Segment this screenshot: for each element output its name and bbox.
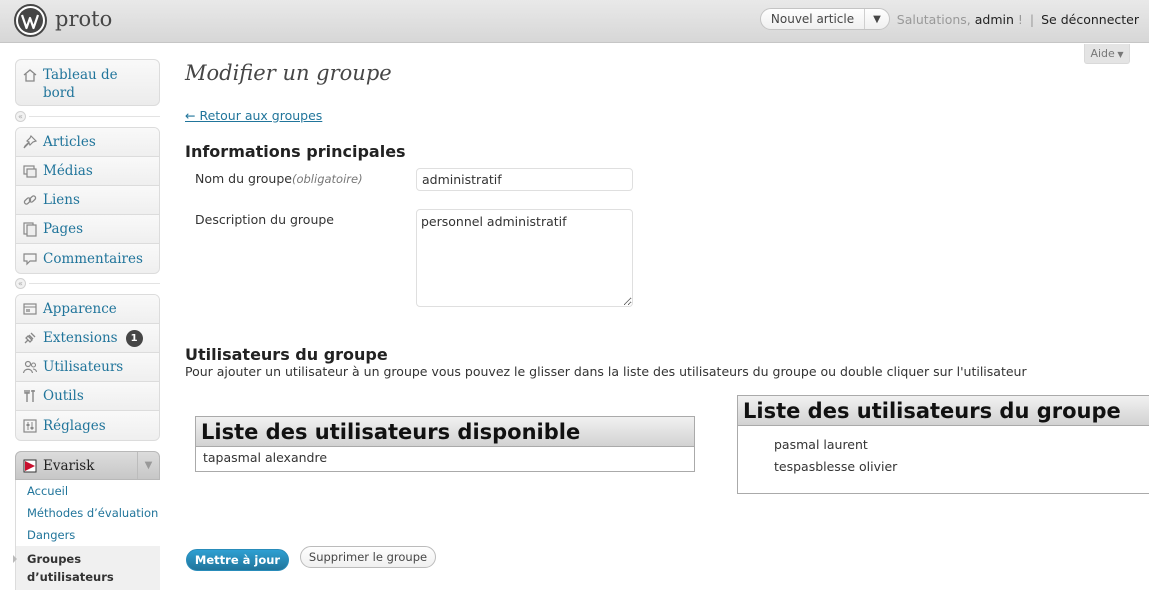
sidebar-item-reglages[interactable]: Réglages <box>16 411 159 440</box>
users-icon <box>16 359 43 375</box>
sidebar-item-evarisk[interactable]: Evarisk ▼ <box>15 451 160 480</box>
menu-dashboard[interactable]: Tableau de bord <box>15 59 160 106</box>
sidebar-item-label[interactable]: Utilisateurs <box>43 359 123 375</box>
sidebar-item-label[interactable]: Evarisk <box>43 458 137 474</box>
group-users-list-title: Liste des utilisateurs du groupe <box>738 396 1149 426</box>
submenu-item-dangers[interactable]: Dangers <box>16 524 160 546</box>
group-description-label: Description du groupe <box>195 212 334 227</box>
comment-icon <box>16 251 43 267</box>
sidebar-item-dashboard[interactable]: Tableau de bord <box>43 66 148 102</box>
list-item[interactable]: tespasblesse olivier <box>738 456 1149 478</box>
help-tab[interactable]: Aide ▼ <box>1084 44 1130 64</box>
back-to-groups-link[interactable]: ← Retour aux groupes <box>185 108 322 123</box>
sidebar-item-label[interactable]: Outils <box>43 388 84 404</box>
section-main-info: Informations principales <box>185 142 406 161</box>
plugin-icon <box>16 330 43 346</box>
chevron-down-icon[interactable]: ▼ <box>865 14 889 25</box>
sidebar-item-label[interactable]: Médias <box>43 163 93 179</box>
separator: | <box>1029 12 1035 27</box>
sidebar-item-label[interactable]: Extensions <box>43 330 118 346</box>
group-users-list[interactable]: Liste des utilisateurs du groupe pasmal … <box>737 395 1149 494</box>
chevron-down-icon: ▼ <box>1114 50 1124 59</box>
section-group-users: Utilisateurs du groupe <box>185 345 388 364</box>
delete-group-button[interactable]: Supprimer le groupe <box>300 546 436 568</box>
logout-link[interactable]: Se déconnecter <box>1041 12 1139 27</box>
home-icon <box>16 66 43 83</box>
menu-separator[interactable]: « <box>15 108 160 124</box>
appearance-icon <box>16 301 43 317</box>
username-link[interactable]: admin <box>975 12 1014 27</box>
site-title[interactable]: proto <box>55 7 112 31</box>
sidebar-item-utilisateurs[interactable]: Utilisateurs <box>16 353 159 382</box>
update-count-badge: 1 <box>125 329 143 347</box>
new-post-label[interactable]: Nouvel article <box>761 9 865 29</box>
media-icon <box>16 163 43 179</box>
available-users-list-title: Liste des utilisateurs disponible <box>196 417 694 447</box>
sidebar-item-label[interactable]: Commentaires <box>43 251 143 267</box>
sidebar-item-articles[interactable]: Articles <box>16 128 159 157</box>
update-button[interactable]: Mettre à jour <box>186 549 289 571</box>
group-description-input[interactable] <box>416 209 633 307</box>
sidebar-item-commentaires[interactable]: Commentaires <box>16 244 159 273</box>
evarisk-icon <box>16 458 43 474</box>
menu-group-admin: Apparence Extensions 1 Utilisateurs Outi… <box>15 294 160 441</box>
required-hint: (obligatoire) <box>291 172 363 186</box>
tools-icon <box>16 388 43 404</box>
group-name-input[interactable] <box>416 168 633 191</box>
group-name-label: Nom du groupe(obligatoire) <box>195 171 363 186</box>
page-title: Modifier un groupe <box>185 61 392 85</box>
sidebar-item-label[interactable]: Articles <box>43 134 96 150</box>
sidebar-item-label[interactable]: Apparence <box>43 301 117 317</box>
sidebar-item-liens[interactable]: Liens <box>16 186 159 215</box>
sidebar-item-outils[interactable]: Outils <box>16 382 159 411</box>
new-post-button[interactable]: Nouvel article ▼ <box>760 8 890 30</box>
sidebar-item-extensions[interactable]: Extensions 1 <box>16 324 159 353</box>
pin-icon <box>16 134 43 150</box>
collapse-icon[interactable]: « <box>15 110 26 122</box>
help-label[interactable]: Aide <box>1090 47 1114 60</box>
submenu-item-accueil[interactable]: Accueil <box>16 480 160 502</box>
user-info: Salutations, admin ! | Se déconnecter <box>897 12 1139 27</box>
sidebar-item-pages[interactable]: Pages <box>16 215 159 244</box>
admin-header: proto Nouvel article ▼ Salutations, admi… <box>0 0 1149 43</box>
link-icon <box>16 192 43 208</box>
sidebar-item-medias[interactable]: Médias <box>16 157 159 186</box>
chevron-down-icon[interactable]: ▼ <box>137 452 159 479</box>
greeting-text: Salutations, <box>896 12 971 27</box>
wordpress-logo-icon[interactable] <box>14 4 47 37</box>
pages-icon <box>16 221 43 237</box>
users-help-text: Pour ajouter un utilisateur à un groupe … <box>185 364 1027 379</box>
group-name-label-text: Nom du groupe <box>195 171 292 186</box>
submenu-item-methodes[interactable]: Méthodes d’évaluation <box>16 502 160 524</box>
greeting-suffix: ! <box>1017 12 1023 27</box>
available-users-list[interactable]: Liste des utilisateurs disponible tapasm… <box>195 416 695 472</box>
sidebar-item-label[interactable]: Réglages <box>43 418 106 434</box>
submenu-item-groupes-utilisateurs[interactable]: Groupes d’utilisateurs <box>13 546 160 590</box>
sidebar-item-label[interactable]: Liens <box>43 192 80 208</box>
sidebar-item-label[interactable]: Pages <box>43 221 83 237</box>
collapse-icon[interactable]: « <box>15 277 26 289</box>
menu-separator[interactable]: « <box>15 275 160 291</box>
list-item[interactable]: pasmal laurent <box>738 434 1149 456</box>
list-item[interactable]: tapasmal alexandre <box>196 447 694 469</box>
sidebar-item-apparence[interactable]: Apparence <box>16 295 159 324</box>
settings-icon <box>16 418 43 434</box>
menu-group-content: Articles Médias Liens Pages Commentaires <box>15 127 160 274</box>
evarisk-submenu: Accueil Méthodes d’évaluation Dangers Gr… <box>13 480 160 590</box>
